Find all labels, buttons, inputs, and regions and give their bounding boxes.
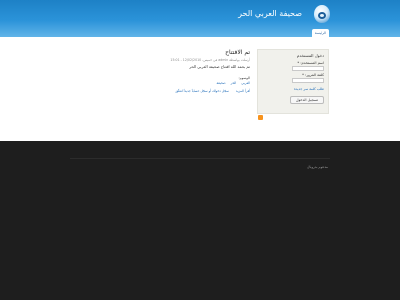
login-block-title: دخول المستخدم — [296, 53, 324, 58]
username-field[interactable] — [292, 66, 324, 71]
tag-link[interactable]: العربي — [241, 81, 250, 85]
post-meta: أرسلت بواسطة admin في خميس، 12/02/2010 -… — [170, 58, 250, 62]
password-label: كلمة المرور: * — [302, 73, 324, 77]
login-block: دخول المستخدم اسم المستخدم: * كلمة المرو… — [257, 49, 329, 114]
tag-link[interactable]: صحيفة — [217, 81, 226, 85]
login-to-comment-link[interactable]: سجّل دخولك أو سجّل حساباً جديداً لتعلّق — [175, 89, 228, 93]
main-column: تم الافتتاح أرسلت بواسطة admin في خميس، … — [70, 49, 250, 93]
username-label: اسم المستخدم: * — [297, 61, 324, 65]
password-field[interactable] — [292, 78, 324, 83]
tags-label: الوسوم: — [238, 76, 250, 80]
rss-feed-icon[interactable] — [258, 115, 263, 120]
drupal-logo-icon[interactable] — [314, 5, 330, 23]
read-more-link[interactable]: أقرأ المزيد — [236, 89, 250, 93]
site-name[interactable]: صحيفة العربي الحر — [238, 9, 302, 18]
content-area: تم الافتتاح أرسلت بواسطة admin في خميس، … — [0, 37, 400, 141]
post-body: تم بحمد الله افتتاح صحيفة العربي الحر — [189, 64, 250, 69]
post-links: أقرأ المزيد سجّل دخولك أو سجّل حساباً جد… — [70, 89, 250, 93]
footer-divider — [70, 158, 330, 159]
tab-home[interactable]: الرئيسة — [311, 29, 329, 37]
post-title[interactable]: تم الافتتاح — [70, 49, 250, 56]
request-password-link[interactable]: طلب كلمة سر جديدة — [262, 87, 324, 91]
footer-text[interactable]: مدعوم بدروبال — [307, 165, 328, 169]
tag-link[interactable]: الحر — [231, 81, 237, 85]
site-header: صحيفة العربي الحر الرئيسة — [0, 0, 400, 37]
login-button[interactable]: تسجيل الدخول — [289, 96, 324, 104]
tag-links: العربي الحر صحيفة — [70, 81, 250, 85]
